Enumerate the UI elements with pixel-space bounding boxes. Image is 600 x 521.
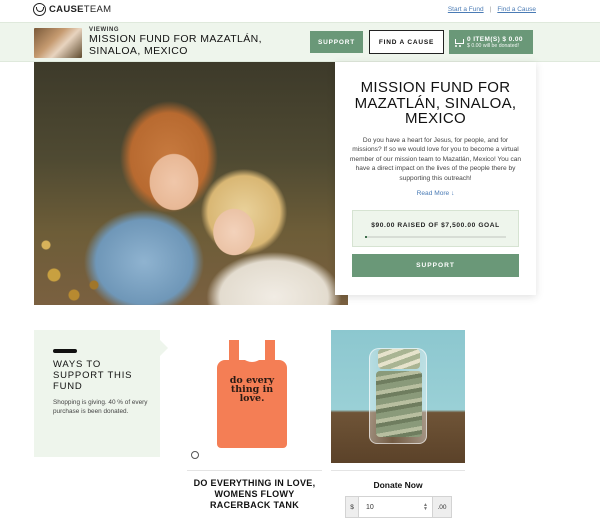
fund-header-band: VIEWING MISSION FUND FOR MAZATLÁN, SINAL… (0, 22, 600, 62)
donate-amount-value: 10 (366, 503, 374, 511)
fund-info-card: MISSION FUND FOR MAZATLÁN, SINALOA, MEXI… (335, 62, 536, 295)
shirt-print-text: do every thing in love. (229, 375, 275, 404)
hero-photo (34, 62, 348, 305)
donate-amount-input[interactable]: 10 ▲ ▼ (359, 496, 432, 518)
support-button[interactable]: SUPPORT (352, 254, 519, 277)
fund-title: MISSION FUND FOR MAZATLÁN, SINALOA, MEXI… (354, 79, 517, 127)
read-more-label: Read More (416, 190, 450, 197)
jar (369, 348, 427, 444)
top-bar: CAUSETEAM Start a Fund | Find a Cause (0, 0, 600, 22)
logo-text-light: TEAM (83, 4, 112, 15)
stepper-down-icon[interactable]: ▼ (423, 507, 428, 512)
tank-strap-left (229, 340, 239, 366)
ways-panel-notch (160, 340, 168, 356)
fund-description: Do you have a heart for Jesus, for peopl… (349, 137, 522, 182)
product-name[interactable]: DO EVERYTHING IN LOVE, WOMENS FLOWY RACE… (187, 478, 322, 511)
fund-band-title: MISSION FUND FOR MAZATLÁN, SINALOA, MEXI… (89, 33, 262, 57)
fund-thumbnail (34, 28, 82, 58)
ways-to-support-panel: WAYS TO SUPPORT THIS FUND Shopping is gi… (34, 330, 160, 457)
logo-text-bold: CAUSE (49, 4, 84, 15)
amount-stepper-icon[interactable]: ▲ ▼ (423, 503, 428, 512)
ways-title: WAYS TO SUPPORT THIS FUND (53, 359, 133, 392)
cart-count: 0 ITEM(S) $ 0.00 (467, 35, 523, 43)
ways-accent-dash (53, 349, 77, 353)
logo-badge-icon (191, 451, 199, 459)
goal-progress-fill (365, 236, 367, 238)
cause-team-logo[interactable]: CAUSETEAM (33, 3, 111, 16)
goal-progress-bar (365, 236, 506, 238)
link-separator: | (489, 6, 492, 13)
header-support-button[interactable]: SUPPORT (310, 31, 363, 53)
read-more-link[interactable]: Read More ↓ (335, 190, 536, 197)
currency-prefix: $ (345, 496, 359, 518)
jar-money (376, 371, 422, 437)
product-image[interactable]: do every thing in love. (187, 330, 322, 463)
arrow-down-icon: ↓ (451, 190, 455, 197)
start-a-fund-link[interactable]: Start a Fund (448, 6, 484, 13)
donate-now-title: Donate Now (373, 480, 423, 490)
donation-jar-image (331, 330, 465, 463)
cart-button[interactable]: 0 ITEM(S) $ 0.00 $ 0.00 will be donated! (449, 30, 533, 54)
goal-box: $90.00 RAISED OF $7,500.00 GOAL (352, 210, 519, 247)
goal-text: $90.00 RAISED OF $7,500.00 GOAL (371, 222, 500, 229)
donate-amount-field: $ 10 ▲ ▼ .00 (345, 496, 452, 518)
tank-strap-right (265, 340, 275, 366)
hero-photo-leaves (34, 215, 124, 305)
logo-text: CAUSETEAM (49, 4, 111, 15)
logo-icon (33, 3, 46, 16)
find-a-cause-button[interactable]: FIND A CAUSE (369, 30, 444, 54)
cents-suffix: .00 (432, 496, 452, 518)
tank-top-shirt: do every thing in love. (217, 338, 287, 448)
find-a-cause-link[interactable]: Find a Cause (497, 6, 536, 13)
cart-icon (454, 38, 464, 47)
cart-summary: 0 ITEM(S) $ 0.00 $ 0.00 will be donated! (467, 36, 523, 49)
tank-body (217, 360, 287, 448)
cart-donated: $ 0.00 will be donated! (467, 42, 519, 49)
jar-bills-top (378, 349, 420, 369)
donate-divider (331, 470, 465, 471)
product-divider (187, 470, 322, 471)
tank-neckline (239, 338, 265, 362)
top-links: Start a Fund | Find a Cause (448, 6, 536, 13)
ways-description: Shopping is giving. 40 % of every purcha… (53, 399, 148, 415)
